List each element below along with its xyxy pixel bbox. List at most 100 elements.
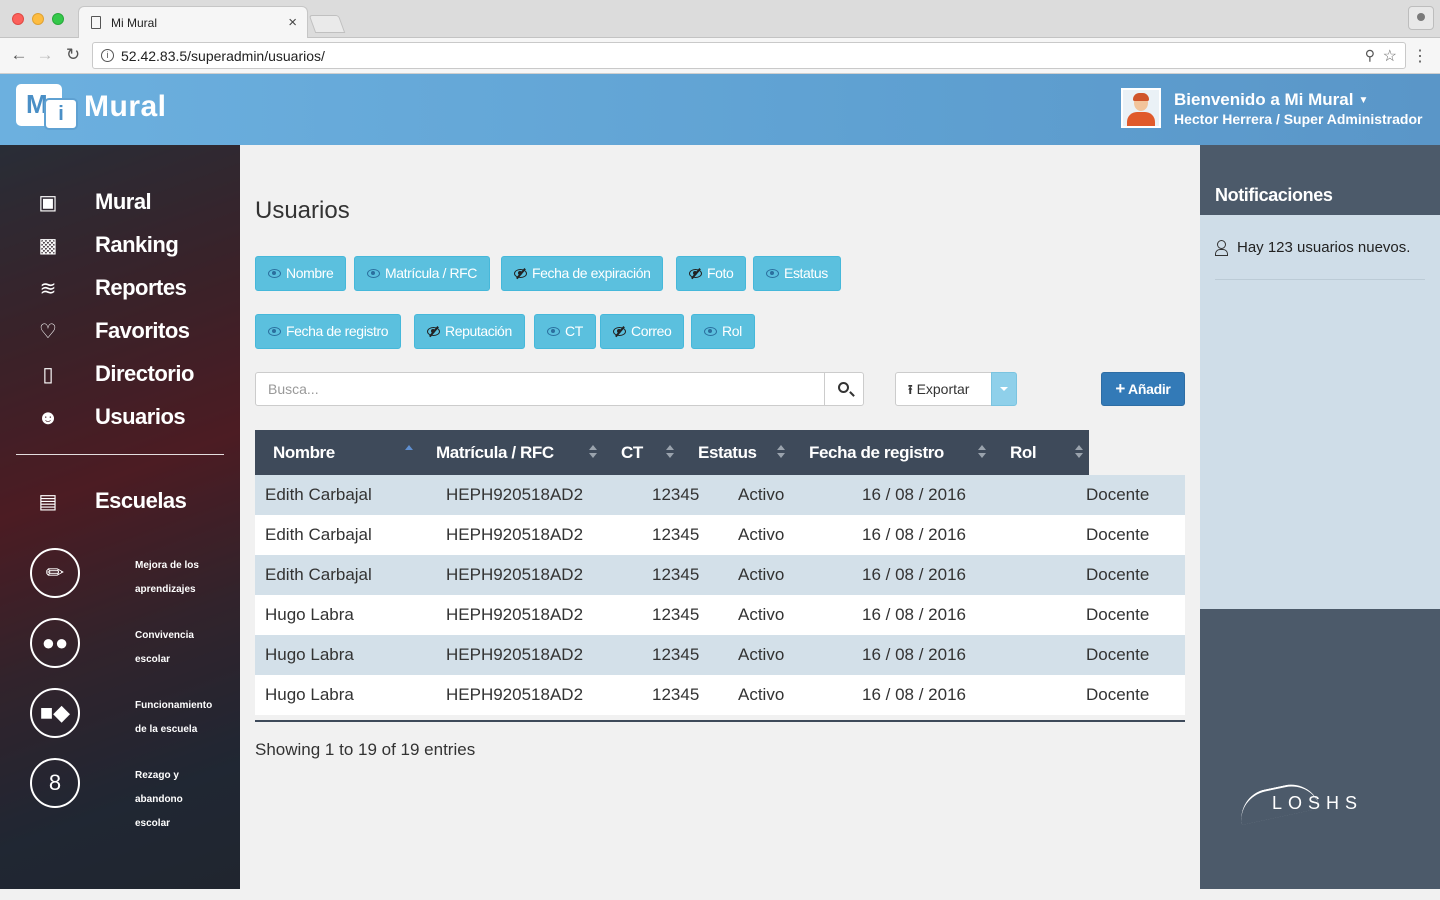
sidebar-divider [16, 454, 224, 455]
table-row[interactable]: Hugo Labra HEPH920518AD2 12345 Activo 16… [255, 635, 1185, 675]
sort-asc-icon[interactable] [405, 445, 413, 459]
maximize-window-button[interactable] [52, 13, 64, 25]
notification-item[interactable]: Hay 123 usuarios nuevos. [1215, 239, 1425, 256]
minimize-window-button[interactable] [32, 13, 44, 25]
sidebar-item-usuarios[interactable]: ☻ Usuarios [30, 400, 230, 436]
column-header-rol[interactable]: Rol [1010, 430, 1037, 475]
mural-icon: ▣ [38, 192, 58, 214]
address-bar[interactable]: i 52.42.83.5/superadmin/usuarios/ ⚲ ☆ [92, 42, 1406, 69]
program-convivencia-escolar[interactable]: ●● Convivencia escolar [30, 618, 230, 674]
cell-estatus: Activo [738, 685, 785, 704]
search-input[interactable] [256, 373, 824, 405]
add-user-button[interactable]: + Añadir [1101, 372, 1185, 406]
tab-close-button[interactable]: × [288, 14, 297, 31]
cell-rol: Docente [1086, 645, 1150, 664]
search-field-wrapper [255, 372, 825, 406]
toggle-column-fecha-expiracion[interactable]: Fecha de expiración [501, 256, 664, 291]
table-row[interactable]: Hugo Labra HEPH920518AD2 12345 Activo 16… [255, 595, 1185, 635]
browser-tab-strip: Mi Mural × [0, 0, 1440, 39]
column-header-estatus[interactable]: Estatus [698, 430, 757, 475]
back-arrow-icon[interactable]: ← [8, 45, 30, 65]
sort-icon[interactable] [978, 445, 986, 459]
toggle-column-fecha-registro[interactable]: Fecha de registro [255, 314, 402, 349]
sort-icon[interactable] [589, 445, 597, 459]
toggle-column-reputacion[interactable]: Reputación [414, 314, 525, 349]
program-mejora-aprendizajes[interactable]: ✏ Mejora de los aprendizajes [30, 548, 230, 604]
sidebar-item-mural[interactable]: ▣ Mural [30, 185, 230, 221]
cell-matricula: HEPH920518AD2 [446, 485, 584, 504]
cell-fecha-registro: 16 / 08 / 2016 [862, 685, 966, 704]
eye-icon [268, 268, 281, 278]
key-icon[interactable]: ⚲ [1365, 47, 1375, 64]
toggle-column-correo[interactable]: Correo [600, 314, 685, 349]
column-header-ct[interactable]: CT [621, 430, 643, 475]
user-menu-toggle[interactable]: Bienvenido a Mi Mural ▼ [1174, 90, 1368, 110]
eye-icon [268, 326, 281, 336]
program-label: Mejora de los aprendizajes [135, 560, 199, 595]
toggle-column-foto[interactable]: Foto [676, 256, 747, 291]
cell-ct: 12345 [652, 605, 700, 624]
cell-fecha-registro: 16 / 08 / 2016 [862, 645, 966, 664]
export-dropdown-toggle[interactable] [991, 372, 1017, 406]
plus-icon: + [1115, 379, 1126, 398]
sort-icon[interactable] [666, 445, 674, 459]
cell-nombre: Hugo Labra [265, 685, 354, 704]
logo-text: Mural [84, 90, 167, 123]
table-row[interactable]: Hugo Labra HEPH920518AD2 12345 Activo 16… [255, 675, 1185, 715]
cell-ct: 12345 [652, 685, 700, 704]
sidebar-item-favoritos[interactable]: ♡ Favoritos [30, 314, 230, 350]
toggle-column-nombre[interactable]: Nombre [255, 256, 347, 291]
cell-estatus: Activo [738, 605, 785, 624]
cell-nombre: Edith Carbajal [265, 525, 372, 544]
user-role-text: Hector Herrera / Super Administrador [1174, 111, 1423, 127]
notification-divider [1215, 279, 1425, 280]
sidebar-item-reportes[interactable]: ≋ Reportes [30, 271, 230, 307]
welcome-text: Bienvenido a Mi Mural [1174, 90, 1354, 109]
more-menu-icon[interactable]: ⋮ [1412, 46, 1428, 66]
mi-mural-logo[interactable]: M i Mural [16, 82, 176, 136]
book-icon: ✏ [30, 548, 80, 598]
column-header-fecha-registro[interactable]: Fecha de registro [809, 430, 944, 475]
cell-rol: Docente [1086, 565, 1150, 584]
sort-icon[interactable] [1075, 445, 1083, 459]
info-icon[interactable]: i [101, 49, 114, 62]
search-icon [838, 382, 849, 393]
sidebar-item-ranking[interactable]: ▩ Ranking [30, 228, 230, 264]
search-button[interactable] [824, 372, 864, 406]
close-window-button[interactable] [12, 13, 24, 25]
table-row[interactable]: Edith Carbajal HEPH920518AD2 12345 Activ… [255, 515, 1185, 555]
profile-icon[interactable] [1408, 6, 1434, 30]
export-button[interactable]: ⭱ Exportar [895, 372, 992, 406]
reload-icon[interactable]: ↻ [62, 45, 84, 65]
forward-arrow-icon[interactable]: → [34, 45, 56, 65]
toggle-column-ct[interactable]: CT [534, 314, 596, 349]
column-header-nombre[interactable]: Nombre [273, 430, 335, 475]
eye-icon [367, 268, 380, 278]
eye-icon [766, 268, 779, 278]
program-funcionamiento-escuela[interactable]: ■◆ Funcionamiento de la escuela [30, 688, 230, 744]
document-icon [91, 16, 101, 29]
upload-icon: ⭱ [908, 382, 913, 397]
cell-fecha-registro: 16 / 08 / 2016 [862, 485, 966, 504]
toggle-column-estatus[interactable]: Estatus [753, 256, 841, 291]
sort-icon[interactable] [777, 445, 785, 459]
program-rezago-abandono[interactable]: 8 Rezago y abandono escolar [30, 758, 230, 829]
user-icon: ☻ [37, 407, 59, 429]
browser-tab[interactable]: Mi Mural × [78, 6, 308, 39]
column-header-matricula[interactable]: Matrícula / RFC [436, 430, 554, 475]
table-row[interactable]: Edith Carbajal HEPH920518AD2 12345 Activ… [255, 475, 1185, 515]
toggle-column-rol[interactable]: Rol [691, 314, 755, 349]
eye-icon [704, 326, 717, 336]
cell-matricula: HEPH920518AD2 [446, 685, 584, 704]
bookmark-star-icon[interactable]: ☆ [1383, 46, 1397, 66]
url-text[interactable]: 52.42.83.5/superadmin/usuarios/ [121, 48, 325, 64]
cell-rol: Docente [1086, 605, 1150, 624]
avatar[interactable] [1121, 88, 1161, 128]
toggle-column-matricula[interactable]: Matrícula / RFC [354, 256, 491, 291]
sidebar-item-directorio[interactable]: ▯ Directorio [30, 357, 230, 393]
new-tab-button[interactable] [308, 15, 346, 33]
sidebar-item-escuelas[interactable]: ▤ Escuelas [30, 484, 230, 520]
notifications-header: Notificaciones [1200, 145, 1440, 215]
table-row[interactable]: Edith Carbajal HEPH920518AD2 12345 Activ… [255, 555, 1185, 595]
cell-rol: Docente [1086, 485, 1150, 504]
